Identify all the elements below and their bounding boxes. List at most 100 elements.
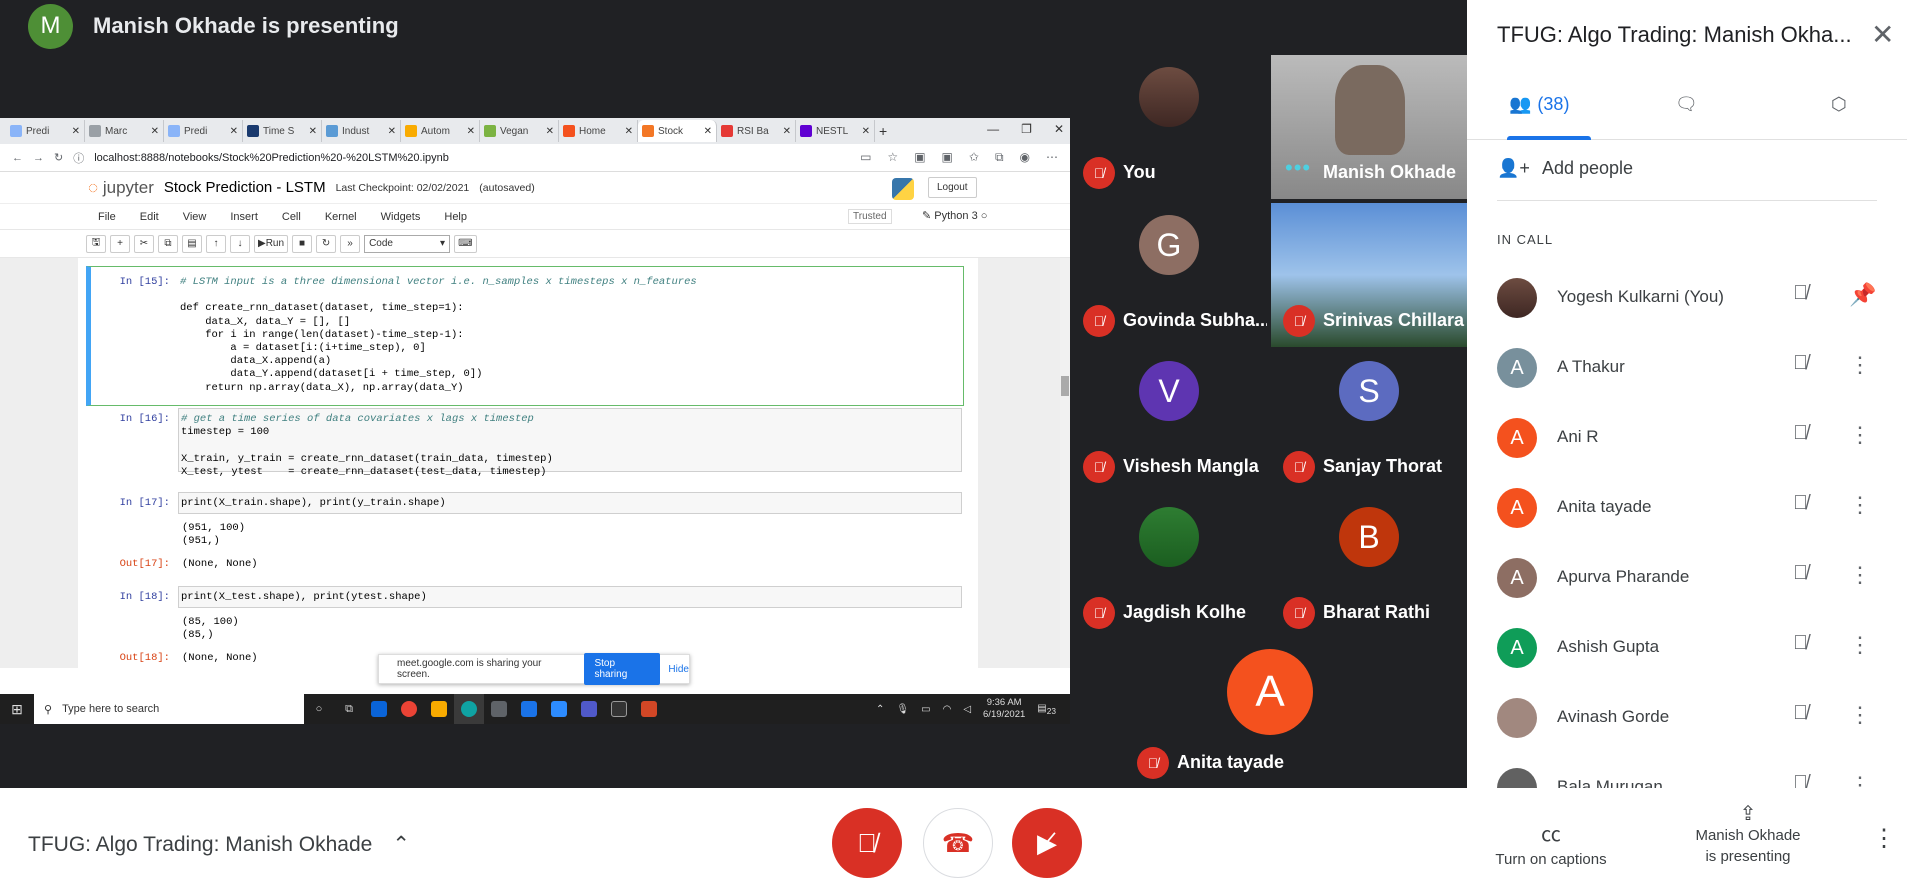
menu-file[interactable]: File (98, 211, 116, 223)
muted-mic-icon[interactable]: 🎙̸ (1793, 352, 1808, 375)
more-options-icon[interactable]: ⋮ (1849, 422, 1871, 448)
menu-insert[interactable]: Insert (230, 211, 258, 223)
list-item[interactable]: Yogesh Kulkarni (You) 🎙̸ 📌 (1497, 268, 1897, 328)
cell-code[interactable]: print(X_train.shape), print(y_train.shap… (178, 492, 962, 514)
code-cell[interactable]: In [16]: # get a time series of data cov… (90, 408, 968, 478)
forward-icon[interactable]: → (33, 152, 44, 164)
copy-icon[interactable]: ⧉ (158, 234, 178, 253)
participant-tile[interactable]: G 🎙̸ Govinda Subha... (1071, 203, 1267, 347)
notebook-scrollbar[interactable] (1060, 258, 1070, 668)
tab-close-icon[interactable]: ✕ (230, 126, 238, 137)
cut-icon[interactable]: ✂ (134, 234, 154, 253)
participant-tile[interactable]: 🎙̸ Jagdish Kolhe (1071, 495, 1267, 639)
list-item[interactable]: A Ani R 🎙̸ ⋮ (1497, 408, 1897, 468)
maximize-icon[interactable]: ❐ (1021, 122, 1032, 136)
browser-tab[interactable]: Predi ✕ (164, 120, 243, 142)
cell-code[interactable]: # get a time series of data covariates x… (178, 408, 962, 478)
stop-icon[interactable]: ■ (292, 234, 313, 253)
menu-widgets[interactable]: Widgets (381, 211, 421, 223)
menu-cell[interactable]: Cell (282, 211, 301, 223)
menu-help[interactable]: Help (444, 211, 467, 223)
list-item[interactable]: Bala Murugan 🎙̸ ⋮ (1497, 758, 1897, 788)
cell-code[interactable]: # LSTM input is a three dimensional vect… (178, 272, 962, 394)
tab-close-icon[interactable]: ✕ (72, 126, 80, 137)
new-tab-button[interactable]: + (875, 120, 899, 142)
more-options-icon[interactable]: ⋮ (1849, 352, 1871, 378)
teams-icon[interactable] (574, 694, 604, 724)
leave-call-button[interactable]: ☎ (923, 808, 993, 878)
favorites-icon[interactable]: ✩ (969, 150, 979, 165)
back-icon[interactable]: ← (12, 152, 23, 164)
more-options-icon[interactable]: ⋮ (1849, 772, 1871, 788)
star-icon[interactable]: ☆ (887, 150, 898, 165)
participant-tile[interactable]: S 🎙̸ Sanjay Thorat (1271, 349, 1467, 493)
participant-tile[interactable]: 🎙̸ You (1071, 55, 1267, 199)
tab-close-icon[interactable]: ✕ (704, 126, 712, 137)
keyboard-icon[interactable]: ⌨ (454, 234, 477, 253)
tab-close-icon[interactable]: ✕ (151, 126, 159, 137)
notebook-name[interactable]: Stock Prediction - LSTM (164, 179, 326, 196)
run-button[interactable]: ▶ Run (254, 234, 289, 253)
captions-button[interactable]: ㏄ Turn on captions (1486, 818, 1616, 868)
list-item[interactable]: A Apurva Pharande 🎙̸ ⋮ (1497, 548, 1897, 608)
browser-tab[interactable]: Indust ✕ (322, 120, 401, 142)
browser-tab[interactable]: Vegan ✕ (480, 120, 559, 142)
edge-icon[interactable] (454, 694, 484, 724)
fast-forward-icon[interactable]: » (340, 234, 361, 253)
jupyter-logo[interactable]: ◌ jupyter (88, 178, 154, 198)
more-options-icon[interactable]: ⋮ (1849, 702, 1871, 728)
taskbar-clock[interactable]: 9:36 AM 6/19/2021 (983, 697, 1025, 721)
more-options-icon[interactable]: ⋮ (1872, 824, 1896, 853)
powerpoint-icon[interactable] (634, 694, 664, 724)
browser-tab[interactable]: Stock ✕ (638, 120, 717, 142)
tab-people[interactable]: 👥 (38) (1509, 94, 1569, 115)
tab-close-icon[interactable]: ✕ (546, 126, 554, 137)
browser-tab[interactable]: RSI Ba ✕ (717, 120, 796, 142)
terminal-icon[interactable] (604, 694, 634, 724)
tab-close-icon[interactable]: ✕ (388, 126, 396, 137)
move-down-icon[interactable]: ↓ (230, 234, 250, 253)
tab-chat[interactable]: 🗨 (1675, 94, 1698, 115)
move-up-icon[interactable]: ↑ (206, 234, 226, 253)
browser-tab[interactable]: Autom ✕ (401, 120, 480, 142)
pencil-icon[interactable]: ✎ (922, 210, 931, 222)
list-item[interactable]: A Ashish Gupta 🎙̸ ⋮ (1497, 618, 1897, 678)
trusted-badge[interactable]: Trusted (848, 209, 892, 224)
chrome-icon[interactable] (394, 694, 424, 724)
hide-notice-button[interactable]: Hide (668, 664, 689, 675)
muted-mic-icon[interactable]: 🎙̸ (1793, 772, 1808, 788)
muted-mic-icon[interactable]: 🎙̸ (1793, 282, 1808, 305)
meeting-details-toggle[interactable]: TFUG: Algo Trading: Manish Okhade ⌃ (28, 832, 410, 857)
url-field[interactable]: localhost:8888/notebooks/Stock%20Predict… (94, 152, 449, 164)
pin-icon[interactable]: 📌 (1849, 282, 1876, 308)
more-options-icon[interactable]: ⋮ (1849, 562, 1871, 588)
participant-tile[interactable]: B 🎙̸ Bharat Rathi (1271, 495, 1467, 639)
menu-edit[interactable]: Edit (140, 211, 159, 223)
cortana-icon[interactable]: ○ (304, 694, 334, 724)
more-options-icon[interactable]: ⋮ (1849, 492, 1871, 518)
muted-mic-icon[interactable]: 🎙̸ (1793, 702, 1808, 725)
mail-icon[interactable] (514, 694, 544, 724)
add-people-button[interactable]: 👤+ Add people (1497, 158, 1633, 179)
presenting-button[interactable]: ⇪ Manish Okhade is presenting (1686, 804, 1810, 867)
file-explorer-icon[interactable] (424, 694, 454, 724)
tab-close-icon[interactable]: ✕ (625, 126, 633, 137)
collections-icon[interactable]: ⧉ (995, 150, 1004, 165)
zoom-icon[interactable] (544, 694, 574, 724)
minimize-icon[interactable]: — (987, 122, 999, 136)
close-icon[interactable]: ✕ (1871, 18, 1894, 51)
tab-close-icon[interactable]: ✕ (309, 126, 317, 137)
muted-mic-icon[interactable]: 🎙̸ (1793, 632, 1808, 655)
notification-center-icon[interactable]: ▤23 (1037, 703, 1056, 716)
reload-icon[interactable]: ↻ (54, 151, 63, 164)
code-cell[interactable]: In [15]: # LSTM input is a three dimensi… (90, 272, 968, 402)
extension-icon[interactable]: ▣ (914, 150, 925, 165)
taskbar-search[interactable]: ⚲ Type here to search (34, 694, 304, 724)
list-item[interactable]: A A Thakur 🎙̸ ⋮ (1497, 338, 1897, 398)
cell-code[interactable]: print(X_test.shape), print(ytest.shape) (178, 586, 962, 608)
store-icon[interactable] (484, 694, 514, 724)
code-cell[interactable]: In [17]: print(X_train.shape), print(y_t… (90, 492, 968, 576)
participant-tile[interactable]: A 🎙̸ Anita tayade (1125, 645, 1413, 789)
cell-type-select[interactable]: Code ▾ (364, 234, 451, 253)
list-item[interactable]: Avinash Gorde 🎙̸ ⋮ (1497, 688, 1897, 748)
